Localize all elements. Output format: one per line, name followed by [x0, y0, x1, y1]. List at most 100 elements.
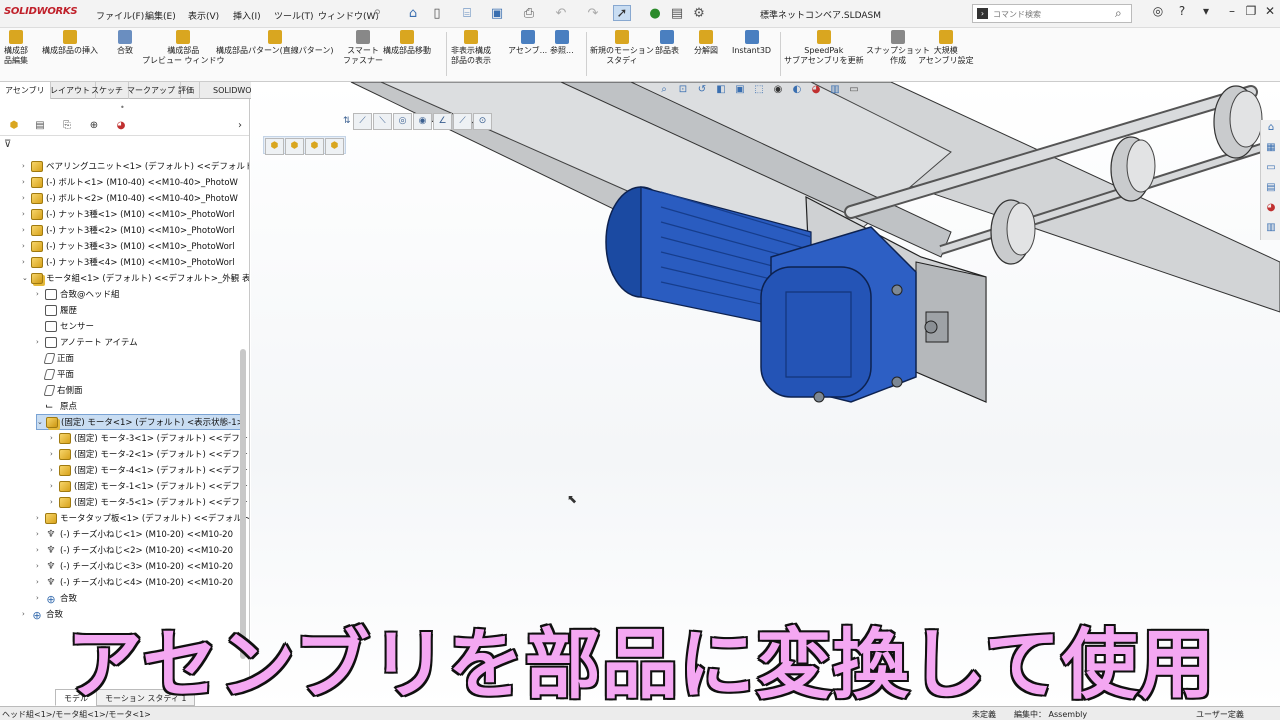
zoom-to-fit-icon[interactable]: ⌕ — [656, 84, 672, 98]
display-style-icon[interactable]: ◉ — [770, 84, 786, 98]
scene-icon[interactable]: ▥ — [827, 84, 843, 98]
home-icon[interactable]: ⌂ — [404, 5, 422, 21]
tree-item[interactable]: › (固定) モータ-2<1> (デフォルト) <<デフォ — [50, 446, 248, 462]
undo-icon[interactable]: ↶ — [552, 5, 570, 21]
tree-item[interactable]: › ♆ (-) チーズ小ねじ<4> (M10-20) <<M10-20 — [36, 574, 233, 590]
file-explorer-icon[interactable]: ▭ — [1263, 162, 1279, 178]
tree-item[interactable]: › (-) ナット3種<1> (M10) <<M10>_PhotoWorl — [22, 206, 235, 222]
options-icon[interactable]: ⚙ — [690, 5, 708, 21]
exploded-view-button[interactable]: 分解図 — [694, 30, 718, 56]
expand-icon[interactable]: › — [22, 194, 31, 202]
save-icon[interactable]: ▣ — [488, 5, 506, 21]
tree-item[interactable]: › ベアリングユニット<1> (デフォルト) <<デフォルト>_表 — [22, 158, 249, 174]
move-component-button[interactable]: 構成部品移動 — [383, 30, 431, 56]
expand-icon[interactable]: › — [36, 530, 45, 538]
tree-item[interactable]: › ♆ (-) チーズ小ねじ<3> (M10-20) <<M10-20 — [36, 558, 233, 574]
help-dropdown-icon[interactable]: ▾ — [1196, 4, 1216, 22]
view-settings-icon[interactable]: ▭ — [846, 84, 862, 98]
tab-evaluate[interactable]: 評価 — [173, 82, 200, 99]
expand-icon[interactable]: › — [36, 546, 45, 554]
tree-item[interactable]: › (固定) モータ-5<1> (デフォルト) <<デフォ — [50, 494, 248, 510]
tree-item[interactable]: › (-) ナット3種<4> (M10) <<M10>_PhotoWorl — [22, 254, 235, 270]
component-icon-1[interactable]: ⬢ — [265, 138, 284, 155]
speedpak-button[interactable]: SpeedPak サブアセンブリを更新 — [784, 30, 864, 66]
expand-icon[interactable]: › — [22, 226, 31, 234]
dynamic-annotation-icon[interactable]: ▣ — [732, 84, 748, 98]
component-icon-2[interactable]: ⬢ — [285, 138, 304, 155]
component-preview-button[interactable]: 構成部品 プレビュー ウィンドウ — [142, 30, 225, 66]
vertex-context-icon[interactable]: ◉ — [413, 113, 432, 130]
tree-item[interactable]: 平面 — [36, 366, 74, 382]
pin-icon[interactable]: ⚲ — [374, 9, 381, 19]
chevron-right-icon[interactable]: › — [232, 120, 248, 134]
axis-context-icon[interactable]: ⊙ — [473, 113, 492, 130]
menu-file[interactable]: ファイル(F) — [96, 9, 144, 22]
insert-component-button[interactable]: 構成部品の挿入 — [42, 30, 98, 56]
mate-button[interactable]: 合致 — [117, 30, 133, 56]
search-icon[interactable]: ⌕ — [1115, 6, 1122, 21]
feature-tree-tab-icon[interactable]: ⬢ — [6, 120, 22, 134]
menu-tools[interactable]: ツール(T) — [274, 9, 314, 22]
file-properties-icon[interactable]: ▤ — [668, 5, 686, 21]
minimize-button[interactable]: – — [1222, 4, 1242, 22]
expand-icon[interactable]: › — [36, 562, 45, 570]
previous-view-icon[interactable]: ↺ — [694, 84, 710, 98]
smart-fastener-button[interactable]: スマート ファスナー — [343, 30, 383, 66]
view-palette-icon[interactable]: ▤ — [1263, 182, 1279, 198]
expand-icon[interactable]: › — [50, 498, 59, 506]
appearances-icon[interactable]: ◕ — [1263, 202, 1279, 218]
selection-filter-icon[interactable]: ⇅ — [343, 116, 351, 126]
tree-item[interactable]: › (-) ナット3種<3> (M10) <<M10>_PhotoWorl — [22, 238, 235, 254]
edit-component-button[interactable]: 構成部 品編集 — [4, 30, 28, 66]
panel-grip-icon[interactable]: • — [120, 103, 125, 112]
expand-icon[interactable]: › — [50, 466, 59, 474]
expand-icon[interactable]: › — [22, 258, 31, 266]
expand-icon[interactable]: › — [50, 434, 59, 442]
show-hidden-button[interactable]: 非表示構成 部品の表示 — [451, 30, 491, 66]
component-icon-3[interactable]: ⬢ — [305, 138, 324, 155]
tree-item[interactable]: › (-) ボルト<1> (M10-40) <<M10-40>_PhotoW — [22, 174, 238, 190]
filter-icon[interactable]: ⊽ — [4, 139, 11, 150]
close-button[interactable]: ✕ — [1260, 4, 1280, 22]
custom-properties-icon[interactable]: ▥ — [1263, 222, 1279, 238]
collapse-icon[interactable]: ⌄ — [22, 274, 31, 282]
expand-icon[interactable]: › — [36, 594, 45, 602]
expand-icon[interactable]: › — [36, 290, 45, 298]
component-icon-4[interactable]: ⬢ — [325, 138, 344, 155]
face-context-icon[interactable]: ◎ — [393, 113, 412, 130]
expand-icon[interactable]: › — [22, 210, 31, 218]
section-view-icon[interactable]: ◧ — [713, 84, 729, 98]
menu-window[interactable]: ウィンドウ(W) — [318, 9, 379, 22]
assembly-features-button[interactable]: アセンブ... — [508, 30, 547, 56]
hide-show-icon[interactable]: ◐ — [789, 84, 805, 98]
print-icon[interactable]: ⎙ — [520, 5, 538, 21]
expand-icon[interactable]: › — [36, 338, 45, 346]
expand-icon[interactable]: › — [36, 514, 45, 522]
expand-icon[interactable]: › — [50, 482, 59, 490]
appearance-tab-icon[interactable]: ◕ — [113, 120, 129, 134]
plane-context-icon[interactable]: ⟋ — [453, 113, 472, 130]
command-search[interactable]: › コマンド検索 ⌕ — [972, 4, 1132, 23]
expand-icon[interactable]: › — [50, 450, 59, 458]
tree-item[interactable]: › (固定) モータ-3<1> (デフォルト) <<デフォ — [50, 430, 248, 446]
collapse-icon[interactable]: ⌄ — [37, 418, 46, 426]
select-icon[interactable]: ➚ — [613, 5, 631, 21]
tree-item[interactable]: センサー — [36, 318, 94, 334]
tree-item[interactable]: › 合致@ヘッド組 — [36, 286, 120, 302]
menu-insert[interactable]: 挿入(I) — [233, 9, 261, 22]
tree-item[interactable]: › (-) ボルト<2> (M10-40) <<M10-40>_PhotoW — [22, 190, 238, 206]
tab-assembly[interactable]: アセンブリ — [0, 82, 51, 99]
tree-item[interactable]: 履歴 — [36, 302, 77, 318]
expand-icon[interactable]: › — [36, 578, 45, 586]
view-orientation-icon[interactable]: ⬚ — [751, 84, 767, 98]
zoom-area-icon[interactable]: ⊡ — [675, 84, 691, 98]
tree-item[interactable]: › ♆ (-) チーズ小ねじ<1> (M10-20) <<M10-20 — [36, 526, 233, 542]
large-assembly-button[interactable]: 大規模 アセンブリ設定 — [918, 30, 974, 66]
tree-item[interactable]: › (固定) モータ-1<1> (デフォルト) <<デフォ — [50, 478, 248, 494]
tree-item[interactable]: ⌄ モータ組<1> (デフォルト) <<デフォルト>_外観 表示 — [22, 270, 249, 286]
menu-view[interactable]: 表示(V) — [188, 9, 219, 22]
resources-icon[interactable]: ⌂ — [1263, 122, 1279, 138]
reference-geometry-button[interactable]: 参照... — [550, 30, 574, 56]
new-document-icon[interactable]: ▯ — [428, 5, 446, 21]
new-motion-study-button[interactable]: 新規のモーション スタディ — [590, 30, 654, 66]
